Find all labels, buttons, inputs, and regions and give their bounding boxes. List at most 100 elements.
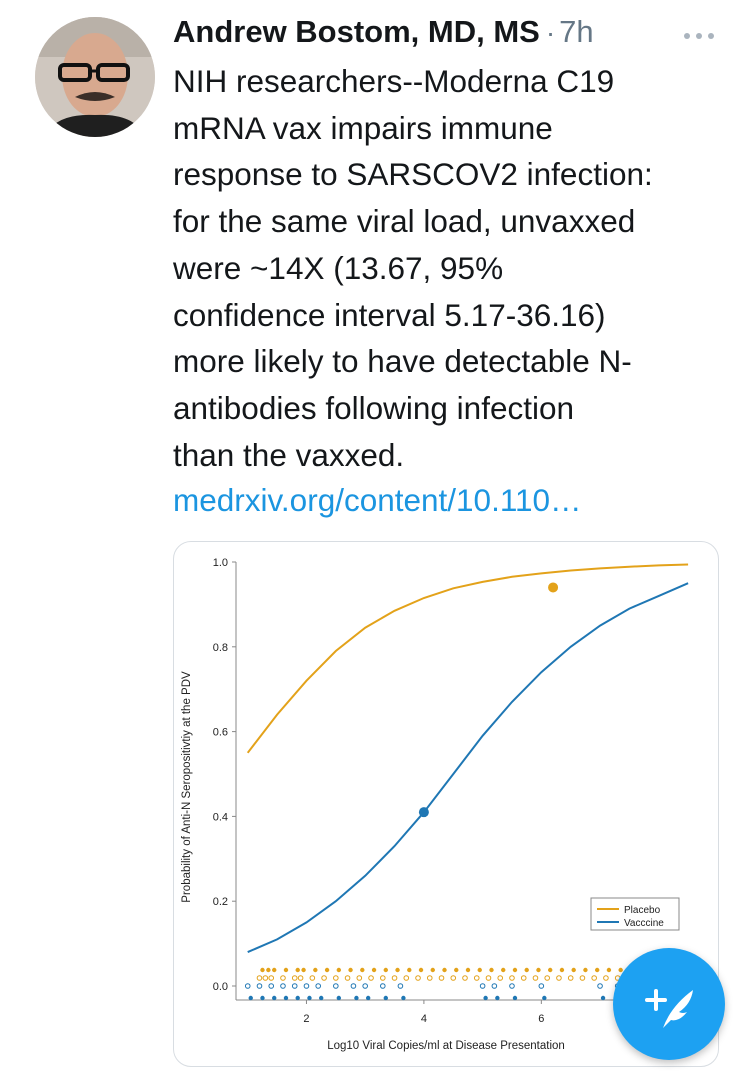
x-tick-label: 6 xyxy=(538,1013,544,1025)
rug-point xyxy=(260,967,265,973)
y-tick-label: 0.6 xyxy=(213,727,228,739)
rug-point xyxy=(344,975,351,981)
rug-point xyxy=(268,983,275,989)
rug-point xyxy=(497,975,504,981)
legend-label: Vacccine xyxy=(624,918,664,929)
rug-point xyxy=(368,975,374,981)
rug-point xyxy=(483,995,488,1001)
rug-point xyxy=(477,967,482,973)
rug-point xyxy=(536,967,541,973)
rug-point xyxy=(567,975,574,981)
rug-point xyxy=(354,995,359,1001)
rug-point xyxy=(479,983,486,989)
rug-point xyxy=(295,995,300,1001)
rug-point xyxy=(262,975,269,981)
series-markers xyxy=(418,582,559,818)
rug-point xyxy=(336,967,342,973)
rug-point xyxy=(442,967,447,973)
plot-frame xyxy=(235,562,718,1001)
rug-point xyxy=(348,967,353,973)
series-line-vacccine xyxy=(247,582,689,954)
rug-point xyxy=(362,983,368,989)
rug-point xyxy=(379,975,386,981)
rug-point xyxy=(315,983,322,989)
rug-point xyxy=(489,967,494,973)
avatar-image xyxy=(35,17,155,137)
rug-point xyxy=(520,975,527,981)
rug-point xyxy=(542,995,547,1001)
rug-point xyxy=(548,967,553,973)
compose-tweet-icon xyxy=(645,989,693,1028)
tweet-timestamp[interactable]: 7h xyxy=(559,14,593,50)
rug-point xyxy=(450,975,457,981)
rug-point xyxy=(291,983,298,989)
more-dots-icon[interactable] xyxy=(681,16,717,50)
rug-point xyxy=(391,975,398,981)
rug-point xyxy=(418,967,424,973)
rug-point xyxy=(426,975,433,981)
rug-point xyxy=(333,983,339,989)
rug-point xyxy=(291,975,298,981)
rug-point xyxy=(395,967,400,973)
rug-point xyxy=(491,983,498,989)
tweet-link[interactable]: medrxiv.org/content/10.110… xyxy=(173,477,582,523)
chart-legend: Placebo Vacccine xyxy=(590,897,680,931)
rug-point xyxy=(407,967,412,973)
x-axis-label: Log10 Viral Copies/ml at Disease Present… xyxy=(327,1040,565,1052)
separator-dot: · xyxy=(545,17,556,48)
rug-point xyxy=(538,983,545,989)
rug-point xyxy=(313,967,318,973)
rug-point xyxy=(260,995,265,1001)
rug-point xyxy=(365,995,371,1001)
series-lines xyxy=(246,563,689,954)
y-tick-label: 1.0 xyxy=(213,557,228,569)
rug-point xyxy=(379,983,386,989)
rug-point xyxy=(415,975,421,981)
rug-point xyxy=(401,995,406,1001)
rug-point xyxy=(272,967,277,973)
rug-point xyxy=(591,975,597,981)
author-name[interactable]: Andrew Bostom, MD, MS xyxy=(173,14,540,50)
rug-point xyxy=(383,995,388,1001)
rug-point xyxy=(333,975,339,981)
y-tick-label: 0.0 xyxy=(213,981,228,993)
y-tick-label: 0.2 xyxy=(213,896,228,908)
rug-point xyxy=(512,967,518,973)
rug-point xyxy=(319,995,324,1001)
y-tick-label: 0.4 xyxy=(213,811,228,823)
rug-point xyxy=(307,995,312,1001)
rug-point xyxy=(509,983,515,989)
rug-point xyxy=(256,983,263,989)
rug-point xyxy=(336,995,342,1001)
rug-point xyxy=(524,967,529,973)
rug-point xyxy=(556,975,562,981)
rug-point xyxy=(594,967,600,973)
y-axis-label: Probability of Anti-N Seropositivtiy at … xyxy=(181,671,193,903)
rug-point xyxy=(495,995,500,1001)
rug-point xyxy=(283,995,289,1001)
rug-point xyxy=(356,975,363,981)
rug-point xyxy=(485,975,492,981)
rug-point xyxy=(303,983,310,989)
rug-point xyxy=(579,975,586,981)
rug-point xyxy=(248,995,253,1001)
series-marker-placebo xyxy=(548,582,559,593)
rug-point xyxy=(583,967,588,973)
rug-point xyxy=(371,967,377,973)
rug-point xyxy=(244,983,251,989)
rug-point xyxy=(397,983,404,989)
rug-point xyxy=(324,967,330,973)
tweet-text: NIH researchers--Moderna C19 mRNA vax im… xyxy=(173,63,653,473)
compose-tweet-button[interactable] xyxy=(613,948,725,1060)
rug-point xyxy=(283,967,289,973)
rug-point xyxy=(272,995,277,1001)
rug-point xyxy=(597,983,603,989)
rug-points xyxy=(244,967,670,1001)
rug-point xyxy=(266,967,271,973)
rug-point xyxy=(600,995,606,1001)
author-avatar[interactable] xyxy=(35,17,155,137)
rug-point xyxy=(297,975,304,981)
rug-point xyxy=(403,975,410,981)
rug-point xyxy=(462,975,468,981)
rug-point xyxy=(571,967,576,973)
